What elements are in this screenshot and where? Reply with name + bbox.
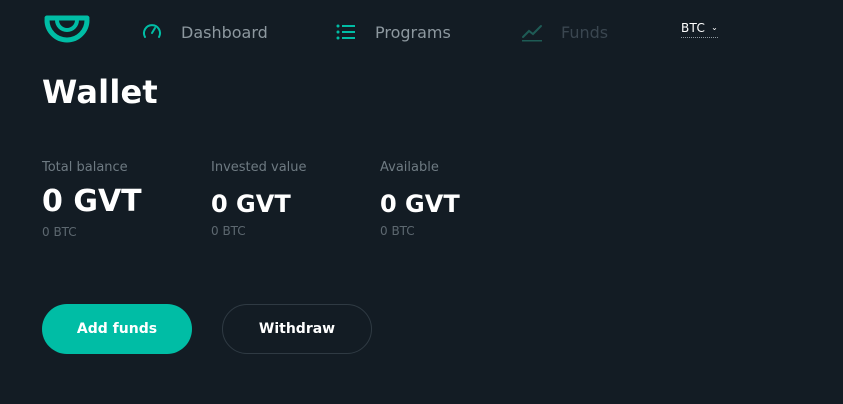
gauge-icon	[141, 21, 163, 43]
stat-value: 0 GVT	[211, 190, 291, 218]
stat-value: 0 GVT	[42, 184, 142, 219]
nav-item-programs[interactable]: Programs	[335, 20, 451, 44]
currency-value: BTC	[681, 21, 706, 35]
wallet-page: Dashboard Programs Funds BTC ⌄ Wallet To…	[0, 0, 843, 404]
chevron-down-icon: ⌄	[711, 23, 719, 32]
stat-sub-value: 0 BTC	[42, 225, 77, 239]
currency-select[interactable]: BTC ⌄	[681, 21, 719, 38]
page-title: Wallet	[42, 73, 158, 111]
nav-label-funds: Funds	[561, 22, 609, 42]
stat-label: Total balance	[42, 160, 128, 175]
stat-available: Available 0 GVT 0 BTC	[380, 160, 460, 238]
stat-total-balance: Total balance 0 GVT 0 BTC	[42, 160, 142, 239]
stat-sub-value: 0 BTC	[211, 224, 246, 238]
stat-invested-value: Invested value 0 GVT 0 BTC	[211, 160, 307, 238]
list-icon	[335, 21, 357, 43]
stat-label: Available	[380, 160, 439, 175]
stat-label: Invested value	[211, 160, 307, 175]
line-chart-icon	[521, 21, 543, 43]
stat-sub-value: 0 BTC	[380, 224, 415, 238]
nav-label-programs: Programs	[375, 22, 451, 42]
nav-item-dashboard[interactable]: Dashboard	[141, 20, 268, 44]
withdraw-button[interactable]: Withdraw	[222, 304, 372, 354]
add-funds-button[interactable]: Add funds	[42, 304, 192, 354]
nav-label-dashboard: Dashboard	[181, 22, 268, 42]
logo-icon[interactable]	[42, 14, 92, 44]
nav-item-funds[interactable]: Funds	[521, 20, 608, 44]
stat-value: 0 GVT	[380, 190, 460, 218]
